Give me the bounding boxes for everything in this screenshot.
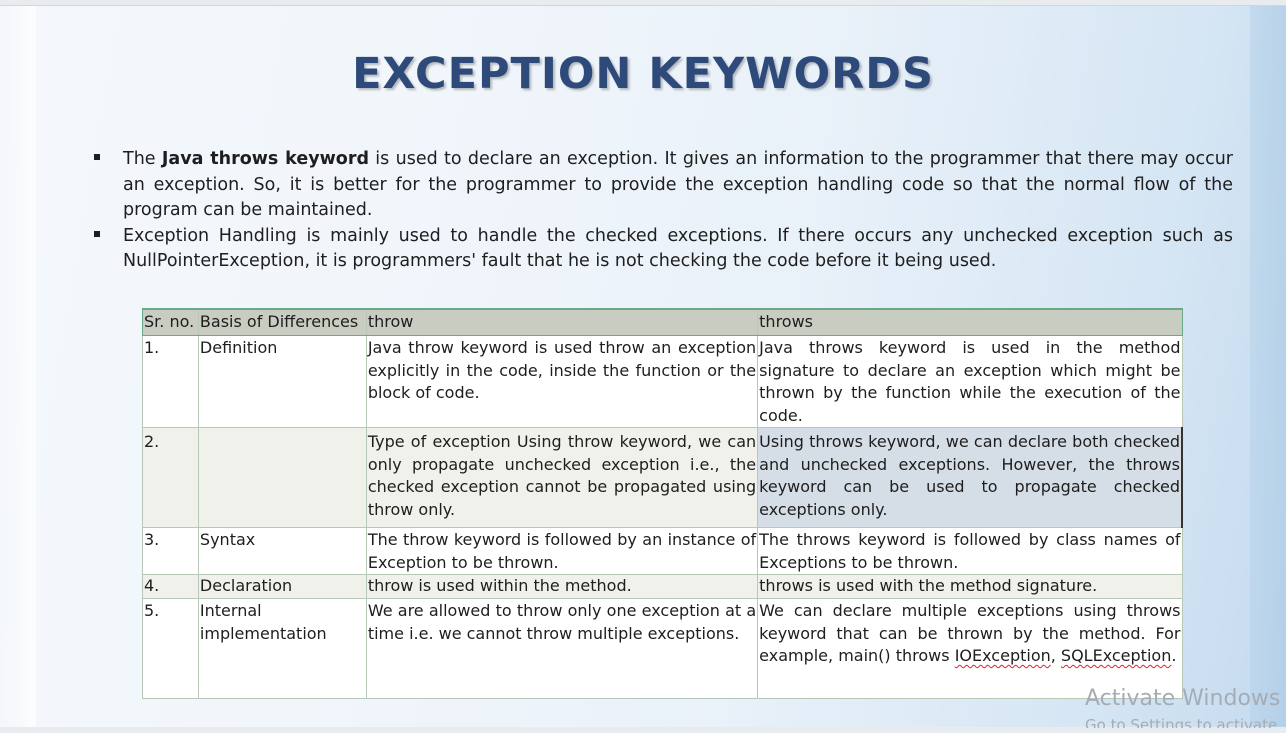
separator-text: , (1050, 646, 1061, 665)
cell-basis: Internal implementation (197, 598, 367, 699)
watermark-line1: Activate Windows (1085, 686, 1281, 711)
cell-basis: Definition (197, 335, 367, 428)
table-row: 2. Type of exception Using throw keyword… (142, 427, 1184, 528)
bullet-item: The Java throws keyword is used to decla… (92, 147, 1233, 224)
ioexception-text: IOException (954, 646, 1051, 665)
cell-throw: We are allowed to throw only one excepti… (365, 598, 759, 699)
sqlexception-text: SQLException (1060, 646, 1172, 665)
cell-sr: 1. (142, 335, 199, 428)
header-throw: throw (365, 308, 759, 336)
cell-throws: Java throws keyword is used in the metho… (757, 335, 1183, 428)
table-row: 5. Internal implementation We are allowe… (142, 598, 1183, 699)
cell-throws-selected[interactable]: Using throws keyword, we can declare bot… (757, 427, 1184, 528)
square-bullet-icon (94, 230, 100, 237)
activate-windows-watermark: Activate Windows Go to Settings to activ… (1085, 684, 1280, 728)
watermark-line2: Go to Settings to activate (1085, 716, 1278, 728)
cell-sr: 4. (142, 574, 199, 599)
header-basis: Basis of Differences (197, 308, 367, 336)
cell-throws: The throws keyword is followed by class … (757, 527, 1183, 575)
comparison-table: Sr. no. Basis of Differences throw throw… (142, 308, 1184, 699)
cell-throw: throw is used within the method. (365, 574, 759, 599)
header-sr-no: Sr. no. (142, 308, 199, 336)
table-row: 3. Syntax The throw keyword is followed … (142, 527, 1183, 575)
table-row: 4. Declaration throw is used within the … (142, 574, 1183, 599)
cell-basis: Syntax (197, 527, 367, 575)
cell-sr: 5. (142, 598, 199, 699)
bullet-item: Exception Handling is mainly used to han… (92, 224, 1233, 275)
cell-throw: The throw keyword is followed by an inst… (365, 527, 759, 575)
bullet-text-bold: Java throws keyword (161, 149, 369, 169)
header-throws: throws (757, 308, 1183, 336)
table-row: 1. Definition Java throw keyword is used… (142, 335, 1183, 428)
bullet-text: Exception Handling is mainly used to han… (123, 225, 1233, 272)
cell-throw: Type of exception Using throw keyword, w… (365, 427, 759, 528)
square-bullet-icon (94, 154, 100, 160)
cell-basis: Declaration (197, 574, 367, 599)
cell-throws: throws is used with the method signature… (757, 574, 1183, 599)
cell-sr: 2. (142, 427, 199, 528)
cell-basis (197, 427, 367, 528)
period-text: . (1171, 646, 1177, 665)
cell-throw: Java throw keyword is used throw an exce… (365, 335, 759, 428)
cell-sr: 3. (142, 527, 199, 575)
slide-title: EXCEPTION KEYWORDS (352, 49, 934, 99)
bullet-list: The Java throws keyword is used to decla… (92, 147, 1233, 275)
slide: EXCEPTION KEYWORDS The Java throws keywo… (0, 5, 1286, 728)
table-header-row: Sr. no. Basis of Differences throw throw… (142, 308, 1183, 336)
bullet-text-pre: The (123, 149, 162, 169)
